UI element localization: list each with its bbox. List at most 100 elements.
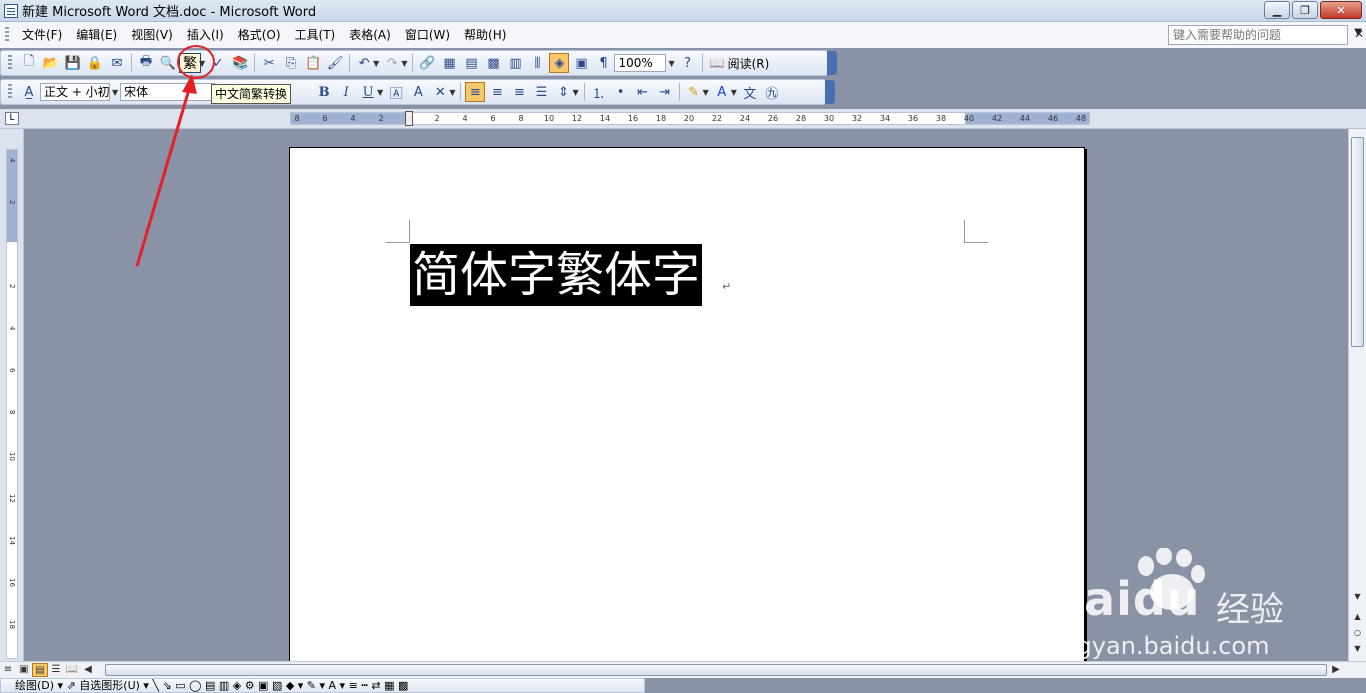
style-combobox[interactable]: 正文 + 小初 <box>40 83 110 101</box>
read-mode-button[interactable]: 📖 阅读(R) <box>706 55 774 72</box>
document-map2-icon[interactable]: ▣ <box>571 53 591 73</box>
font-color-icon[interactable]: A <box>712 82 732 102</box>
bold-button[interactable]: B <box>314 82 334 102</box>
char-shading-icon[interactable]: A <box>408 82 428 102</box>
ruler-tick: 2 <box>434 114 440 123</box>
undo-icon[interactable]: ↶ <box>354 53 374 73</box>
align-right-icon[interactable]: ≡ <box>509 82 529 102</box>
print-view-icon[interactable]: ▤ <box>32 663 48 677</box>
decrease-indent-icon[interactable]: ⇤ <box>633 82 653 102</box>
style-dropdown-icon[interactable]: ▼ <box>112 88 118 97</box>
menu-edit[interactable]: 编辑(E) <box>69 22 124 48</box>
menu-insert[interactable]: 插入(I) <box>180 22 231 48</box>
insert-table-icon[interactable]: ▤ <box>461 53 481 73</box>
print-icon[interactable]: 🖶 <box>136 53 156 73</box>
paragraph-mark: ↵ <box>722 280 732 293</box>
font-color-dropdown-icon[interactable]: ▼ <box>731 88 737 97</box>
line-spacing-icon[interactable]: ⇕ <box>553 82 573 102</box>
redo-dropdown-icon[interactable]: ▼ <box>401 59 407 68</box>
permission-icon[interactable]: 🔒 <box>85 53 105 73</box>
menu-table[interactable]: 表格(A) <box>342 22 398 48</box>
highlight-dropdown-icon[interactable]: ▼ <box>703 88 709 97</box>
restore-button[interactable]: ❐ <box>1292 1 1318 19</box>
menu-format[interactable]: 格式(O) <box>231 22 288 48</box>
toolbar-options-handle[interactable] <box>827 51 837 75</box>
toolbar-options-handle[interactable] <box>825 80 835 104</box>
minimize-button[interactable]: ▁ <box>1264 1 1290 19</box>
italic-button[interactable]: I <box>336 82 356 102</box>
vertical-ruler[interactable]: 4 2 2 4 6 8 10 12 14 16 18 <box>6 149 18 659</box>
separator <box>701 54 703 72</box>
outline-view-icon[interactable]: ☰ <box>48 663 64 677</box>
underline-button[interactable]: U <box>358 82 378 102</box>
increase-indent-icon[interactable]: ⇥ <box>655 82 675 102</box>
phonetic-guide-icon[interactable]: 文 <box>740 82 760 102</box>
toolbar-grip[interactable] <box>8 84 12 100</box>
vertical-scroll-thumb[interactable] <box>1351 137 1364 347</box>
bullets-icon[interactable]: • <box>611 82 631 102</box>
zoom-dropdown-icon[interactable]: ▼ <box>668 59 674 68</box>
format-painter-icon[interactable]: 🖌 <box>325 53 345 73</box>
doc-close-button[interactable]: ✕ <box>1354 27 1364 41</box>
menu-help[interactable]: 帮助(H) <box>457 22 513 48</box>
char-scale-dropdown-icon[interactable]: ▼ <box>449 88 455 97</box>
normal-view-icon[interactable]: ≡ <box>0 663 16 677</box>
toolbar-grip[interactable] <box>8 55 12 71</box>
print-preview-icon[interactable]: 🔍 <box>158 53 178 73</box>
highlight-icon[interactable]: ✎ <box>684 82 704 102</box>
cut-icon[interactable]: ✂ <box>259 53 279 73</box>
horizontal-ruler[interactable]: 8 6 4 2 2 4 6 8 10 12 14 16 18 20 22 24 … <box>290 111 1090 126</box>
line-spacing-dropdown-icon[interactable]: ▼ <box>572 88 578 97</box>
help-search-input[interactable]: 键入需要帮助的问题 <box>1168 25 1348 45</box>
scroll-left-icon[interactable]: ◀ <box>80 663 96 677</box>
prev-page-icon[interactable]: ▲ <box>1350 609 1365 625</box>
copy-icon[interactable]: ⎘ <box>281 53 301 73</box>
tables-borders-icon[interactable]: ▦ <box>439 53 459 73</box>
hyperlink-icon[interactable]: 🔗 <box>417 53 437 73</box>
menu-grip[interactable] <box>5 27 9 43</box>
scroll-down-icon[interactable]: ▼ <box>1350 589 1365 605</box>
show-hide-icon[interactable]: ¶ <box>593 53 613 73</box>
distributed-icon[interactable]: ☰ <box>531 82 551 102</box>
selected-text[interactable]: 简体字繁体字 <box>410 244 703 306</box>
undo-dropdown-icon[interactable]: ▼ <box>373 59 379 68</box>
enclose-char-icon[interactable]: ㊈ <box>762 82 782 102</box>
char-scale-icon[interactable]: ✕ <box>430 82 450 102</box>
columns-icon[interactable]: ▥ <box>505 53 525 73</box>
document-map-icon[interactable]: ◈ <box>549 53 570 73</box>
watermark-url: jingyan.baidu.com <box>1048 632 1270 660</box>
word-app-icon[interactable] <box>4 3 18 18</box>
open-folder-icon[interactable]: 📂 <box>41 53 61 73</box>
align-center-icon[interactable]: ≡ <box>487 82 507 102</box>
new-document-icon[interactable]: 🗋 <box>19 53 39 73</box>
redo-icon[interactable]: ↷ <box>382 53 402 73</box>
menu-window[interactable]: 窗口(W) <box>398 22 457 48</box>
font-combobox[interactable]: 宋体 <box>120 83 216 101</box>
drawing-toolbar[interactable]: 绘图(D) ▾ ⇗ 自选图形(U) ▾ ╲ ⇘ ▭ ◯ ▤ ▥ ◈ ⚙ ▣ ▧ … <box>0 678 645 693</box>
save-icon[interactable]: 💾 <box>63 53 83 73</box>
document-page[interactable]: 简体字繁体字 ↵ <box>289 147 1085 661</box>
menu-view[interactable]: 视图(V) <box>124 22 180 48</box>
insert-excel-icon[interactable]: ▩ <box>483 53 503 73</box>
browse-object-icon[interactable]: ○ <box>1350 625 1365 641</box>
web-view-icon[interactable]: ▣ <box>16 663 32 677</box>
indent-marker[interactable] <box>405 111 413 126</box>
close-button[interactable]: ✕ <box>1320 1 1362 19</box>
zoom-combobox[interactable]: 100% <box>614 54 667 72</box>
paste-icon[interactable]: 📋 <box>303 53 323 73</box>
underline-dropdown-icon[interactable]: ▼ <box>377 88 383 97</box>
email-icon[interactable]: ✉ <box>107 53 127 73</box>
research-icon[interactable]: 📚 <box>230 53 250 73</box>
vertical-scrollbar[interactable]: ▼ ▲ ○ ▼ <box>1348 129 1366 661</box>
numbering-icon[interactable]: ⒈ <box>589 82 609 102</box>
tab-selector[interactable]: L <box>5 112 19 125</box>
reading-view-icon[interactable]: 📖 <box>64 663 80 677</box>
drawing-icon[interactable]: ⫼ <box>527 53 547 73</box>
align-justify-icon[interactable]: ≡ <box>465 82 486 102</box>
menu-file[interactable]: 文件(F) <box>15 22 69 48</box>
help-icon[interactable]: ? <box>678 53 698 73</box>
next-page-icon[interactable]: ▼ <box>1350 641 1365 657</box>
char-border-icon[interactable]: 🄰 <box>386 82 406 102</box>
menu-tools[interactable]: 工具(T) <box>288 22 343 48</box>
styles-pane-icon[interactable]: A̲ <box>19 82 39 102</box>
